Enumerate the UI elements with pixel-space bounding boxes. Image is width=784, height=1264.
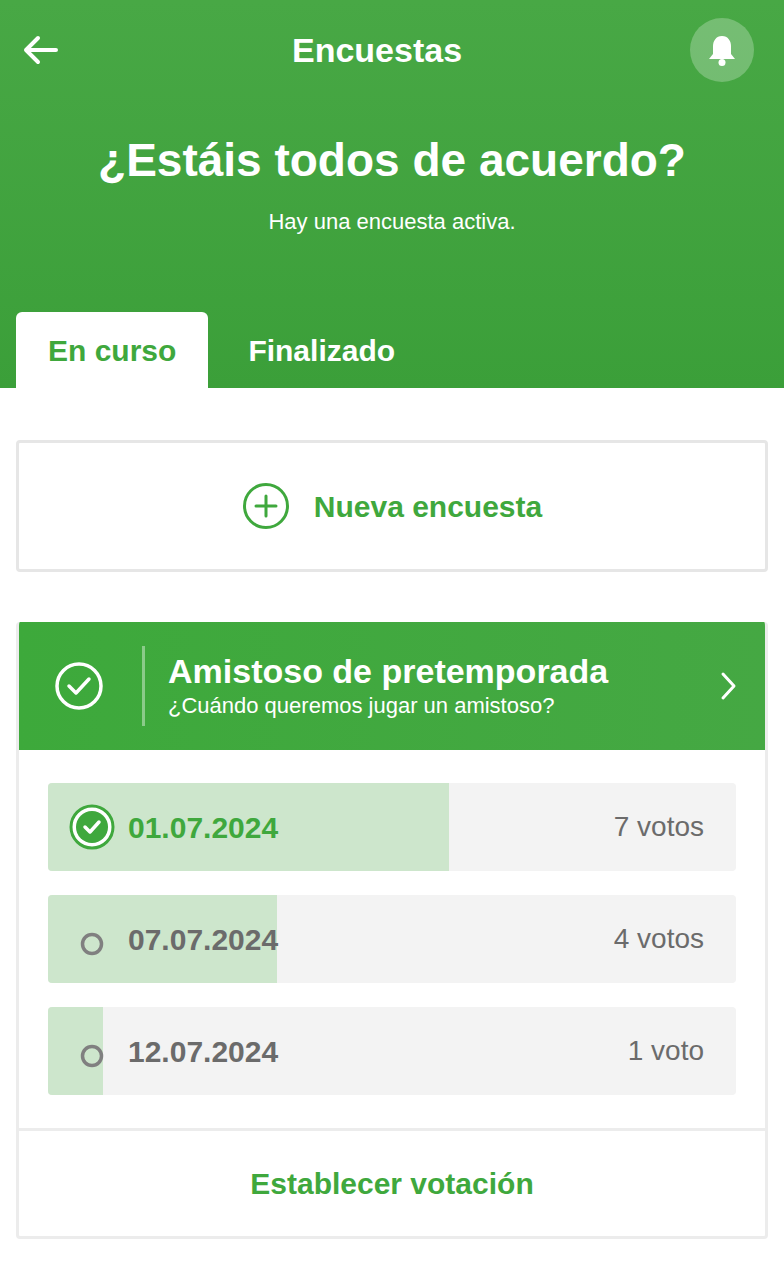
option-label: 12.07.2024 (128, 1029, 278, 1074)
poll-question: ¿Cuándo queremos jugar un amistoso? (168, 691, 688, 721)
header: Encuestas ¿Estáis todos de acuerdo? Hay … (0, 0, 784, 388)
subtitle: Hay una encuesta activa. (0, 207, 784, 237)
poll-titles: Amistoso de pretemporada ¿Cuándo queremo… (145, 651, 688, 721)
check-circle-icon (68, 803, 116, 851)
option-votes: 1 voto (628, 1030, 704, 1072)
notifications-button[interactable] (690, 18, 754, 82)
check-circle-icon (54, 661, 104, 711)
option-content: 01.07.2024 7 votos (48, 783, 736, 871)
poll-option[interactable]: 12.07.2024 1 voto (48, 1007, 736, 1095)
poll-title: Amistoso de pretemporada (168, 651, 688, 691)
content: Nueva encuesta Amistoso de pretemporada … (0, 388, 784, 1239)
radio-ring-icon (68, 915, 116, 963)
page-title: Encuestas (292, 30, 462, 70)
poll-options: 01.07.2024 7 votos 07.07.2024 4 votos 12.07.… (19, 750, 765, 1128)
radio-ring-icon (68, 1027, 116, 1075)
set-vote-button[interactable]: Establecer votación (19, 1128, 765, 1236)
new-poll-label: Nueva encuesta (314, 484, 542, 529)
top-bar: Encuestas (0, 0, 784, 100)
option-content: 07.07.2024 4 votos (48, 895, 736, 983)
heading: ¿Estáis todos de acuerdo? (0, 132, 784, 188)
divider (142, 646, 145, 726)
vote-fill (48, 1007, 103, 1095)
option-content: 12.07.2024 1 voto (48, 1007, 736, 1095)
bell-icon (706, 33, 738, 67)
chevron-right-icon (718, 670, 738, 702)
poll-open[interactable] (688, 670, 768, 702)
poll-option[interactable]: 07.07.2024 4 votos (48, 895, 736, 983)
plus-circle-icon (242, 482, 290, 530)
poll-status (16, 661, 142, 711)
option-label: 01.07.2024 (128, 805, 278, 850)
option-marker (68, 915, 116, 963)
back-button[interactable] (16, 26, 64, 74)
option-marker (68, 803, 116, 851)
option-votes: 4 votos (614, 918, 704, 960)
option-marker (68, 1027, 116, 1075)
poll-card: Amistoso de pretemporada ¿Cuándo queremo… (16, 622, 768, 1239)
tab[interactable]: Finalizado (212, 312, 431, 388)
poll-option[interactable]: 01.07.2024 7 votos (48, 783, 736, 871)
poll-header[interactable]: Amistoso de pretemporada ¿Cuándo queremo… (16, 622, 768, 750)
tab-bar: En cursoFinalizado (0, 312, 784, 388)
set-vote-label: Establecer votación (250, 1161, 533, 1206)
tab[interactable]: En curso (16, 312, 208, 388)
back-arrow-icon (20, 34, 60, 66)
new-poll-button[interactable]: Nueva encuesta (16, 440, 768, 572)
option-label: 07.07.2024 (128, 917, 278, 962)
option-votes: 7 votos (614, 806, 704, 848)
